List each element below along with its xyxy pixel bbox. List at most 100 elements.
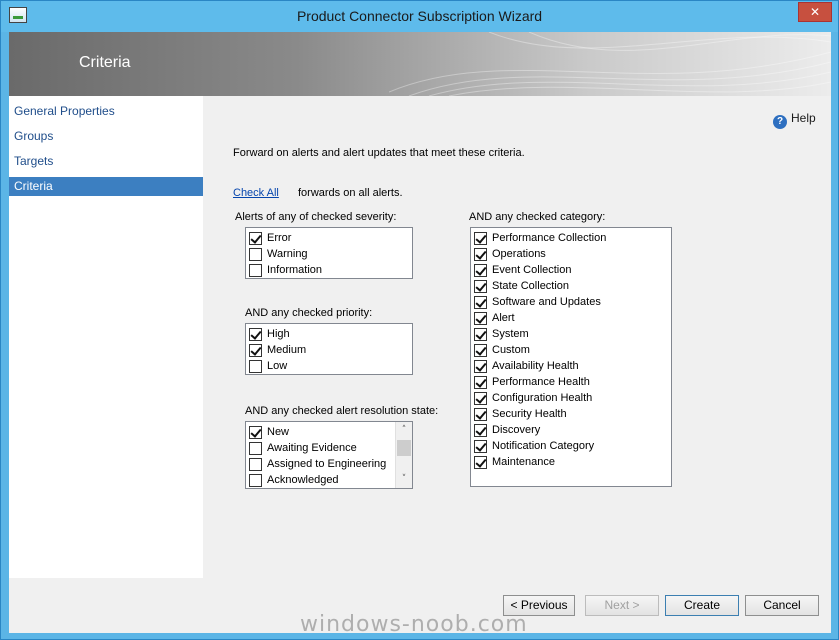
category-option[interactable]: Event Collection [471,262,671,278]
checkbox[interactable] [474,231,487,245]
priority-option[interactable]: High [246,326,412,342]
severity-option[interactable]: Warning [246,246,412,262]
banner-decoration-icon [389,32,831,96]
nav-item-general-properties[interactable]: General Properties [9,102,203,121]
checkbox[interactable] [249,231,262,245]
category-option-label: Operations [492,248,546,260]
nav-item-groups[interactable]: Groups [9,127,203,146]
check-all-description: forwards on all alerts. [298,187,403,199]
checkbox[interactable] [249,247,262,261]
category-option-label: Configuration Health [492,392,593,404]
category-option-label: Software and Updates [492,296,601,308]
checkbox[interactable] [474,359,487,373]
category-option[interactable]: Alert [471,310,671,326]
category-option[interactable]: Configuration Health [471,390,671,406]
help-link[interactable]: ? Help [773,111,816,129]
checkbox[interactable] [474,439,487,453]
resolution-scrollbar[interactable]: ˄ ˅ [395,422,412,488]
resolution-option[interactable]: Awaiting Evidence [246,440,412,456]
category-option[interactable]: Performance Health [471,374,671,390]
wizard-window: Product Connector Subscription Wizard ✕ … [0,0,839,640]
category-option[interactable]: Performance Collection [471,230,671,246]
nav-item-criteria[interactable]: Criteria [9,177,203,196]
page-title: Criteria [79,54,131,71]
checkbox[interactable] [249,343,262,357]
checkbox[interactable] [474,263,487,277]
category-option[interactable]: State Collection [471,278,671,294]
checkbox[interactable] [474,295,487,309]
category-option-label: Alert [492,312,515,324]
title-bar[interactable]: Product Connector Subscription Wizard ✕ [1,1,838,32]
close-button[interactable]: ✕ [798,2,832,22]
category-option[interactable]: Security Health [471,406,671,422]
resolution-label: AND any checked alert resolution state: [245,405,439,417]
category-option-label: Maintenance [492,456,555,468]
category-option-label: System [492,328,529,340]
category-listbox[interactable]: Performance Collection Operations Event Co… [470,227,672,487]
category-label: AND any checked category: [469,211,606,223]
checkbox[interactable] [474,375,487,389]
check-all-link[interactable]: Check All [233,187,279,199]
priority-option[interactable]: Medium [246,342,412,358]
client-area: Criteria General Properties Groups Targets… [9,32,831,633]
checkbox[interactable] [474,327,487,341]
checkbox[interactable] [474,407,487,421]
category-option-label: Event Collection [492,264,572,276]
resolution-listbox[interactable]: New Awaiting Evidence Assigned to Engineer… [245,421,413,489]
checkbox[interactable] [249,457,262,471]
resolution-option-label: Awaiting Evidence [267,442,357,454]
header-banner: Criteria [9,32,831,96]
priority-option[interactable]: Low [246,358,412,374]
scroll-down-icon[interactable]: ˅ [396,471,412,488]
severity-option[interactable]: Information [246,262,412,278]
scroll-thumb[interactable] [397,440,411,456]
cancel-button[interactable]: Cancel [745,595,819,616]
resolution-option-label: Assigned to Engineering [267,458,387,470]
category-option-label: Performance Collection [492,232,607,244]
checkbox[interactable] [249,473,262,487]
resolution-option[interactable]: New [246,424,412,440]
resolution-option[interactable]: Acknowledged [246,472,412,488]
next-button[interactable]: Next > [585,595,659,616]
resolution-option-label: New [267,426,290,438]
severity-option-label: Error [267,232,292,244]
checkbox[interactable] [474,247,487,261]
category-option[interactable]: Operations [471,246,671,262]
category-option[interactable]: Availability Health [471,358,671,374]
resolution-option[interactable]: Assigned to Engineering [246,456,412,472]
help-label: Help [791,111,816,125]
help-icon: ? [773,115,787,129]
category-option[interactable]: Software and Updates [471,294,671,310]
category-option[interactable]: Discovery [471,422,671,438]
category-option[interactable]: Notification Category [471,438,671,454]
priority-label: AND any checked priority: [245,307,373,319]
category-option[interactable]: Maintenance [471,454,671,470]
priority-listbox[interactable]: High Medium Low [245,323,413,375]
checkbox[interactable] [249,263,262,277]
window-title: Product Connector Subscription Wizard [296,8,543,24]
nav-item-targets[interactable]: Targets [9,152,203,171]
priority-option-label: High [267,328,290,340]
checkbox[interactable] [474,455,487,469]
resolution-option-label: Acknowledged [267,474,339,486]
create-button[interactable]: Create [665,595,739,616]
category-option-label: Performance Health [492,376,590,388]
severity-option[interactable]: Error [246,230,412,246]
checkbox[interactable] [474,279,487,293]
checkbox[interactable] [474,311,487,325]
category-option[interactable]: System [471,326,671,342]
checkbox[interactable] [249,359,262,373]
severity-label: Alerts of any of checked severity: [235,211,397,223]
scroll-up-icon[interactable]: ˄ [396,422,412,439]
watermark: windows-noob.com [300,612,528,637]
checkbox[interactable] [249,425,262,439]
category-option-label: Notification Category [492,440,595,452]
checkbox[interactable] [474,391,487,405]
checkbox[interactable] [474,423,487,437]
category-option[interactable]: Custom [471,342,671,358]
checkbox[interactable] [474,343,487,357]
severity-listbox[interactable]: Error Warning Information [245,227,413,279]
priority-option-label: Low [267,360,288,372]
checkbox[interactable] [249,327,262,341]
checkbox[interactable] [249,441,262,455]
